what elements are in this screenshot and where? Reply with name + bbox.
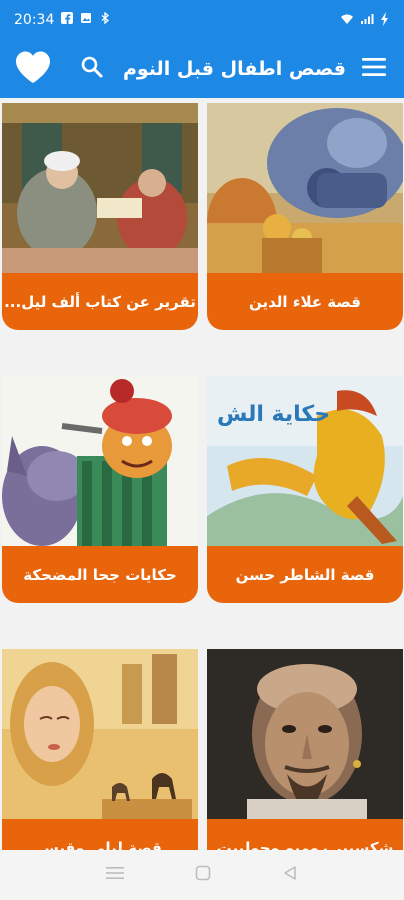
story-thumbnail: [207, 649, 403, 819]
story-card-romeo-juliet[interactable]: شكسبير روميو وجولييت: [207, 649, 403, 850]
story-title: قصة ليلى وقيس: [38, 838, 162, 851]
story-title: شكسبير روميو وجولييت: [216, 838, 394, 851]
app-title: قصص اطفال قبل النوم: [122, 58, 346, 80]
heart-icon: [14, 50, 52, 88]
home-button[interactable]: [195, 865, 211, 885]
search-button[interactable]: [80, 55, 104, 83]
story-card-aladdin[interactable]: قصة علاء الدين: [207, 103, 403, 330]
recents-button[interactable]: [105, 865, 124, 885]
bluetooth-icon: [99, 11, 111, 28]
story-card-shater-hassan[interactable]: حكاية الش قصة الشاطر حسن: [207, 376, 403, 603]
battery-charging-icon: [380, 11, 390, 29]
story-card-juha[interactable]: حكايات جحا المضحكة: [2, 376, 198, 603]
story-title: قصة الشاطر حسن: [235, 565, 375, 584]
status-time: 20:34: [14, 12, 55, 28]
home-icon: [195, 865, 211, 885]
wifi-icon: [340, 13, 354, 28]
signal-icon: [360, 13, 374, 28]
favorites-button[interactable]: [14, 50, 52, 88]
facebook-icon: [61, 12, 74, 28]
story-thumbnail: [2, 376, 198, 546]
search-icon: [80, 55, 104, 83]
story-card-1001-nights[interactable]: تقرير عن كتاب ألف ليل...: [2, 103, 198, 330]
status-bar: 20:34: [0, 0, 404, 40]
back-icon: [282, 865, 298, 885]
recents-icon: [105, 865, 124, 885]
story-thumbnail: [2, 103, 198, 273]
gallery-icon: [80, 12, 92, 28]
story-thumbnail: [207, 103, 403, 273]
story-title: قصة علاء الدين: [248, 292, 362, 311]
svg-text:حكاية الش: حكاية الش: [217, 402, 330, 427]
story-thumbnail: [2, 649, 198, 819]
story-thumbnail: حكاية الش: [207, 376, 403, 546]
menu-icon: [362, 57, 386, 81]
menu-button[interactable]: [362, 57, 386, 81]
back-button[interactable]: [282, 865, 298, 885]
system-navigation-bar: [0, 850, 404, 900]
story-card-layla-qays[interactable]: قصة ليلى وقيس: [2, 649, 198, 850]
stories-grid: قصة علاء الدين تقرير عن كتاب ألف ليل...: [0, 98, 404, 850]
story-title: تقرير عن كتاب ألف ليل...: [4, 292, 196, 311]
story-title: حكايات جحا المضحكة: [23, 565, 177, 584]
app-bar: قصص اطفال قبل النوم: [0, 40, 404, 98]
